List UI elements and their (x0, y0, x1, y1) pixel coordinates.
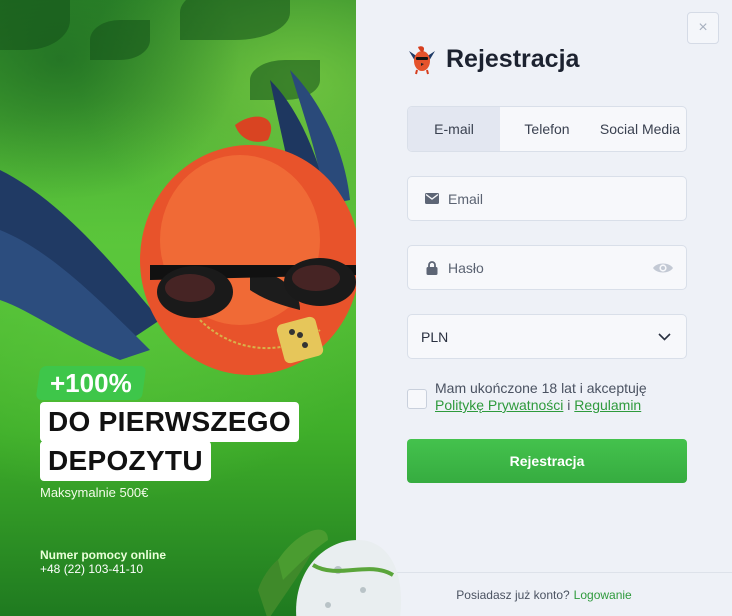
tab-phone[interactable]: Telefon (500, 107, 594, 151)
terms-of-service-link[interactable]: Regulamin (574, 397, 641, 413)
bonus-percent-badge: +100% (35, 366, 147, 400)
email-input[interactable] (448, 177, 686, 220)
terms-text: Mam ukończone 18 lat i akceptuję Polityk… (435, 380, 647, 414)
eye-icon[interactable] (652, 260, 676, 276)
tab-social-media[interactable]: Social Media (594, 107, 686, 151)
terms-checkbox[interactable] (407, 389, 427, 409)
egg-decoration-image (258, 529, 401, 616)
email-field[interactable] (407, 176, 687, 221)
close-button[interactable]: × (687, 12, 719, 44)
bonus-headline-line-1: DO PIERWSZEGO (40, 402, 299, 442)
background-leaf (0, 0, 70, 50)
help-line-label: Numer pomocy online (40, 548, 167, 562)
tab-email[interactable]: E-mail (408, 107, 500, 151)
terms-consent: Mam ukończone 18 lat i akceptuję Polityk… (407, 380, 697, 414)
envelope-icon (424, 191, 440, 207)
close-icon: × (698, 19, 708, 36)
chevron-down-icon (658, 330, 672, 344)
footer-question: Posiadasz już konto? (456, 587, 570, 602)
register-button[interactable]: Rejestracja (407, 439, 687, 483)
currency-select[interactable]: PLN (407, 314, 687, 359)
currency-selected-value: PLN (421, 328, 449, 345)
page-title: Rejestracja (446, 44, 580, 73)
registration-method-tabs: E-mail Telefon Social Media (407, 106, 687, 152)
password-field[interactable] (407, 245, 687, 290)
terms-label: Mam ukończone 18 lat i akceptuję (435, 380, 647, 396)
bird-logo-icon (409, 46, 435, 75)
background-leaf (180, 0, 290, 40)
login-link[interactable]: Logowanie (574, 588, 632, 602)
title-row: Rejestracja (406, 42, 579, 76)
lock-icon (424, 260, 440, 276)
bonus-headline-line-2: DEPOZYTU (40, 441, 211, 481)
parrot-mascot-image (0, 70, 356, 375)
password-input[interactable] (448, 246, 652, 289)
terms-conjunction: i (567, 397, 571, 413)
privacy-policy-link[interactable]: Politykę Prywatności (435, 397, 563, 413)
bonus-max-text: Maksymalnie 500€ (40, 485, 149, 500)
help-line-phone[interactable]: +48 (22) 103-41-10 (40, 562, 143, 576)
background-leaf (90, 20, 150, 60)
